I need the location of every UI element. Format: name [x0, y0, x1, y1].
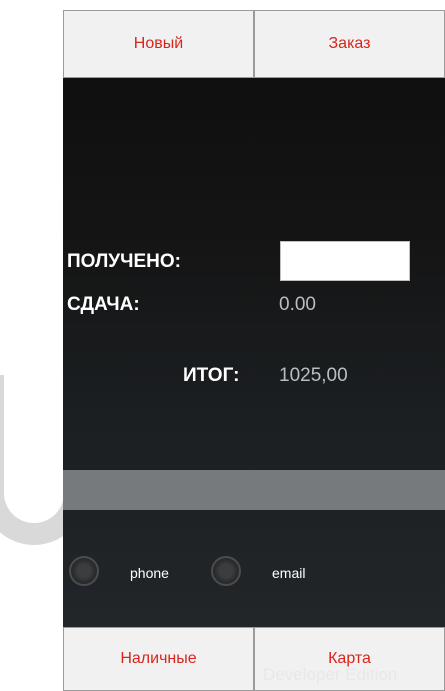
cash-button[interactable]: Наличные: [63, 627, 254, 691]
email-radio[interactable]: [211, 556, 241, 586]
phone-radio-label: phone: [130, 565, 169, 581]
phone-radio[interactable]: [69, 556, 99, 586]
change-value: 0.00: [279, 294, 316, 315]
total-label: ИТОГ:: [183, 365, 240, 386]
developer-edition-watermark: Developer Edition: [263, 665, 398, 684]
top-bar: Новый Заказ: [63, 10, 445, 78]
new-button[interactable]: Новый: [63, 10, 254, 78]
total-value: 1025,00: [279, 365, 348, 386]
input-bar[interactable]: [63, 470, 445, 510]
received-label: ПОЛУЧЕНО:: [67, 251, 181, 272]
order-button[interactable]: Заказ: [254, 10, 445, 78]
email-radio-label: email: [272, 565, 306, 581]
change-label: СДАЧА:: [67, 294, 140, 315]
app-screen: Новый Заказ ПОЛУЧЕНО: СДАЧА: 0.00 ИТОГ: …: [63, 10, 445, 691]
received-input[interactable]: [280, 241, 410, 281]
